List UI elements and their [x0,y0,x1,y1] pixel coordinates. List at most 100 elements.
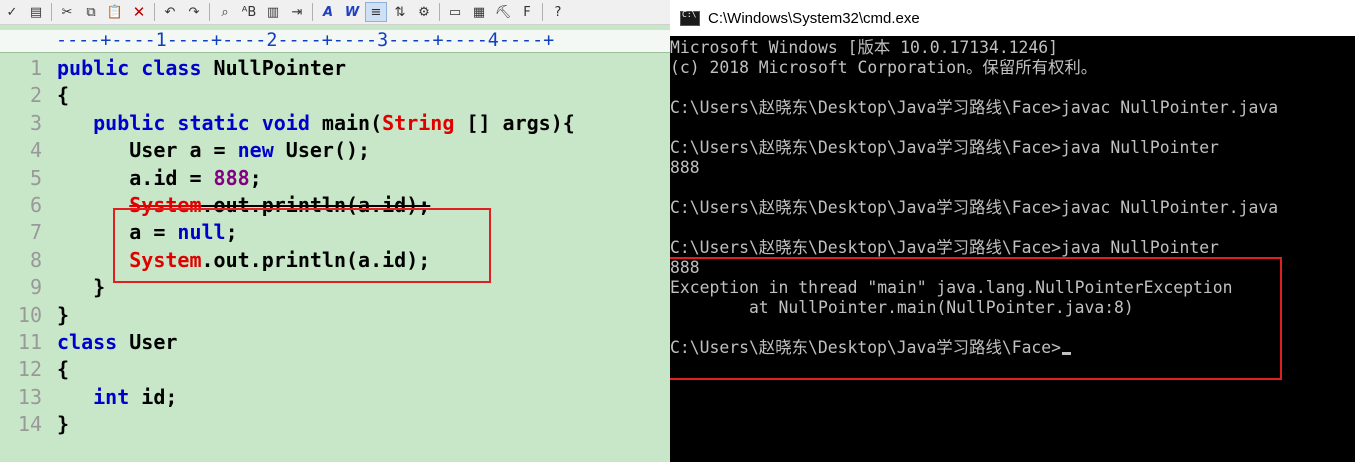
code-token: } [57,412,70,437]
code-text: public class NullPointer [57,55,346,82]
word-wrap-icon[interactable]: W [341,2,363,22]
code-text: User a = new User(); [57,137,370,164]
code-text: { [57,356,69,383]
delete-icon[interactable]: ✕ [128,2,150,22]
code-token: } [57,302,70,327]
view-icon[interactable]: ▭ [444,2,466,22]
line-number: 5 [29,165,42,190]
line-number: 4 [29,138,42,163]
code-line[interactable]: 14} [0,411,670,438]
console-line: Microsoft Windows [版本 10.0.17134.1246] [670,38,1058,58]
copy-block-icon[interactable]: ▥ [262,2,284,22]
code-token: User a = [57,138,238,163]
line-number: 6 [29,193,42,217]
font-icon[interactable]: A [317,2,339,22]
code-token: User(); [273,138,371,163]
cmd-window[interactable]: C:\Windows\System32\cmd.exe Microsoft Wi… [670,0,1355,462]
redo-icon[interactable]: ↷ [183,2,205,22]
code-token: a.id = [57,165,214,190]
code-token: public static void [57,110,322,135]
line-number: 14 [17,412,42,437]
line-number: 7 [29,220,42,245]
console-text: Microsoft Windows [版本 10.0.17134.1246] [670,38,1059,57]
code-line[interactable]: 11 class User [0,329,670,356]
find-icon[interactable]: ⌕ [214,2,236,22]
code-line[interactable]: 10} [0,302,670,329]
console-line: (c) 2018 Microsoft Corporation。保留所有权利。 [670,58,1097,78]
code-line[interactable]: 13 int id; [0,384,670,411]
cmd-window-title: C:\Windows\System32\cmd.exe [708,9,920,27]
code-line[interactable]: 12 { [0,356,670,383]
copy-icon[interactable]: ⧉ [80,2,102,22]
console-icon [680,10,700,26]
code-line[interactable]: 1 public class NullPointer [0,55,670,82]
console-text: 888 [670,158,700,177]
console-line: C:\Users\赵晓东\Desktop\Java学习路线\Face>java … [670,138,1219,158]
paste-icon[interactable]: 📋 [104,2,126,22]
indent-icon[interactable]: ⇥ [286,2,308,22]
line-number: 1 [29,56,42,80]
line-number: 11 [17,330,42,354]
code-token: { [57,357,70,382]
code-text: a.id = 888; [57,165,262,192]
spellcheck-icon[interactable]: ✓ [1,2,23,22]
code-token: class [57,330,130,354]
code-token: [] args){ [454,110,575,135]
toolbar-separator [542,3,543,21]
code-token: } [57,275,106,300]
code-text: { [57,82,69,109]
line-number: 3 [29,110,42,135]
code-text: int id; [57,384,177,411]
column-icon[interactable]: ▦ [468,2,490,22]
code-editor[interactable]: ✓ ▤ ✂ ⧉ 📋 ✕ ↶ ↷ ⌕ ᴬB ▥ ⇥ A W ≡ ⇅ ⚙ ▭ ▦ ⛏ F? ----+----1----+-… [0,0,670,462]
line-number: 8 [29,247,42,272]
console-text: C:\Users\赵晓东\Desktop\Java学习路线\Face>java … [670,138,1219,157]
code-line[interactable]: 5 a.id = 888; [0,165,670,192]
code-line[interactable]: 4 User a = new User(); [0,137,670,164]
toolbar-separator [439,3,440,21]
console-text: C:\Users\赵晓东\Desktop\Java学习路线\Face>java … [670,238,1219,257]
code-text: } [57,411,69,438]
code-text: } [57,302,69,329]
align-icon[interactable]: ≡ [365,2,387,22]
toolbar-separator [154,3,155,21]
code-token: int [93,384,130,409]
cmd-titlebar[interactable]: C:\Windows\System32\cmd.exe [670,0,1355,36]
console-line: 888 [670,158,700,178]
code-token: NullPointer [213,56,346,80]
code-token: new [237,138,274,163]
code-text: public static void main(String [] args){ [57,110,575,137]
code-text: } [57,274,105,301]
help-icon[interactable]: ? [547,2,569,22]
code-line[interactable]: 2{ [0,82,670,109]
code-token: { [57,83,70,108]
print-preview-icon[interactable]: ▤ [25,2,47,22]
code-token: public class [57,56,214,80]
replace-icon[interactable]: ᴬB [238,2,260,22]
console-line: C:\Users\赵晓东\Desktop\Java学习路线\Face>javac… [670,98,1278,118]
console-text: C:\Users\赵晓东\Desktop\Java学习路线\Face>javac… [670,198,1279,217]
console-line: C:\Users\赵晓东\Desktop\Java学习路线\Face>javac… [670,198,1278,218]
line-number: 10 [17,302,42,327]
sort-icon[interactable]: ⇅ [389,2,411,22]
settings-icon[interactable]: ⚙ [413,2,435,22]
line-number: 13 [17,384,42,409]
cut-icon[interactable]: ✂ [56,2,78,22]
console-line: C:\Users\赵晓东\Desktop\Java学习路线\Face>java … [670,238,1219,258]
line-number: 12 [17,357,42,382]
toolbar-separator [51,3,52,21]
toolbar-separator [209,3,210,21]
code-token: ; [249,165,262,190]
code-text: class User [57,329,177,356]
highlight-box-code [113,208,491,283]
code-line[interactable]: 3 public static void main(String [] args… [0,110,670,137]
file-icon[interactable]: F [516,2,538,22]
undo-icon[interactable]: ↶ [159,2,181,22]
ruler-text: ----+----1----+----2----+----3----+----4… [56,30,555,51]
highlight-box-exception [670,257,1282,380]
code-token: String [382,110,455,135]
editor-toolbar: ✓ ▤ ✂ ⧉ 📋 ✕ ↶ ↷ ⌕ ᴬB ▥ ⇥ A W ≡ ⇅ ⚙ ▭ ▦ ⛏ F? [0,0,670,25]
tools-icon[interactable]: ⛏ [492,2,514,22]
code-token: main( [321,110,383,135]
